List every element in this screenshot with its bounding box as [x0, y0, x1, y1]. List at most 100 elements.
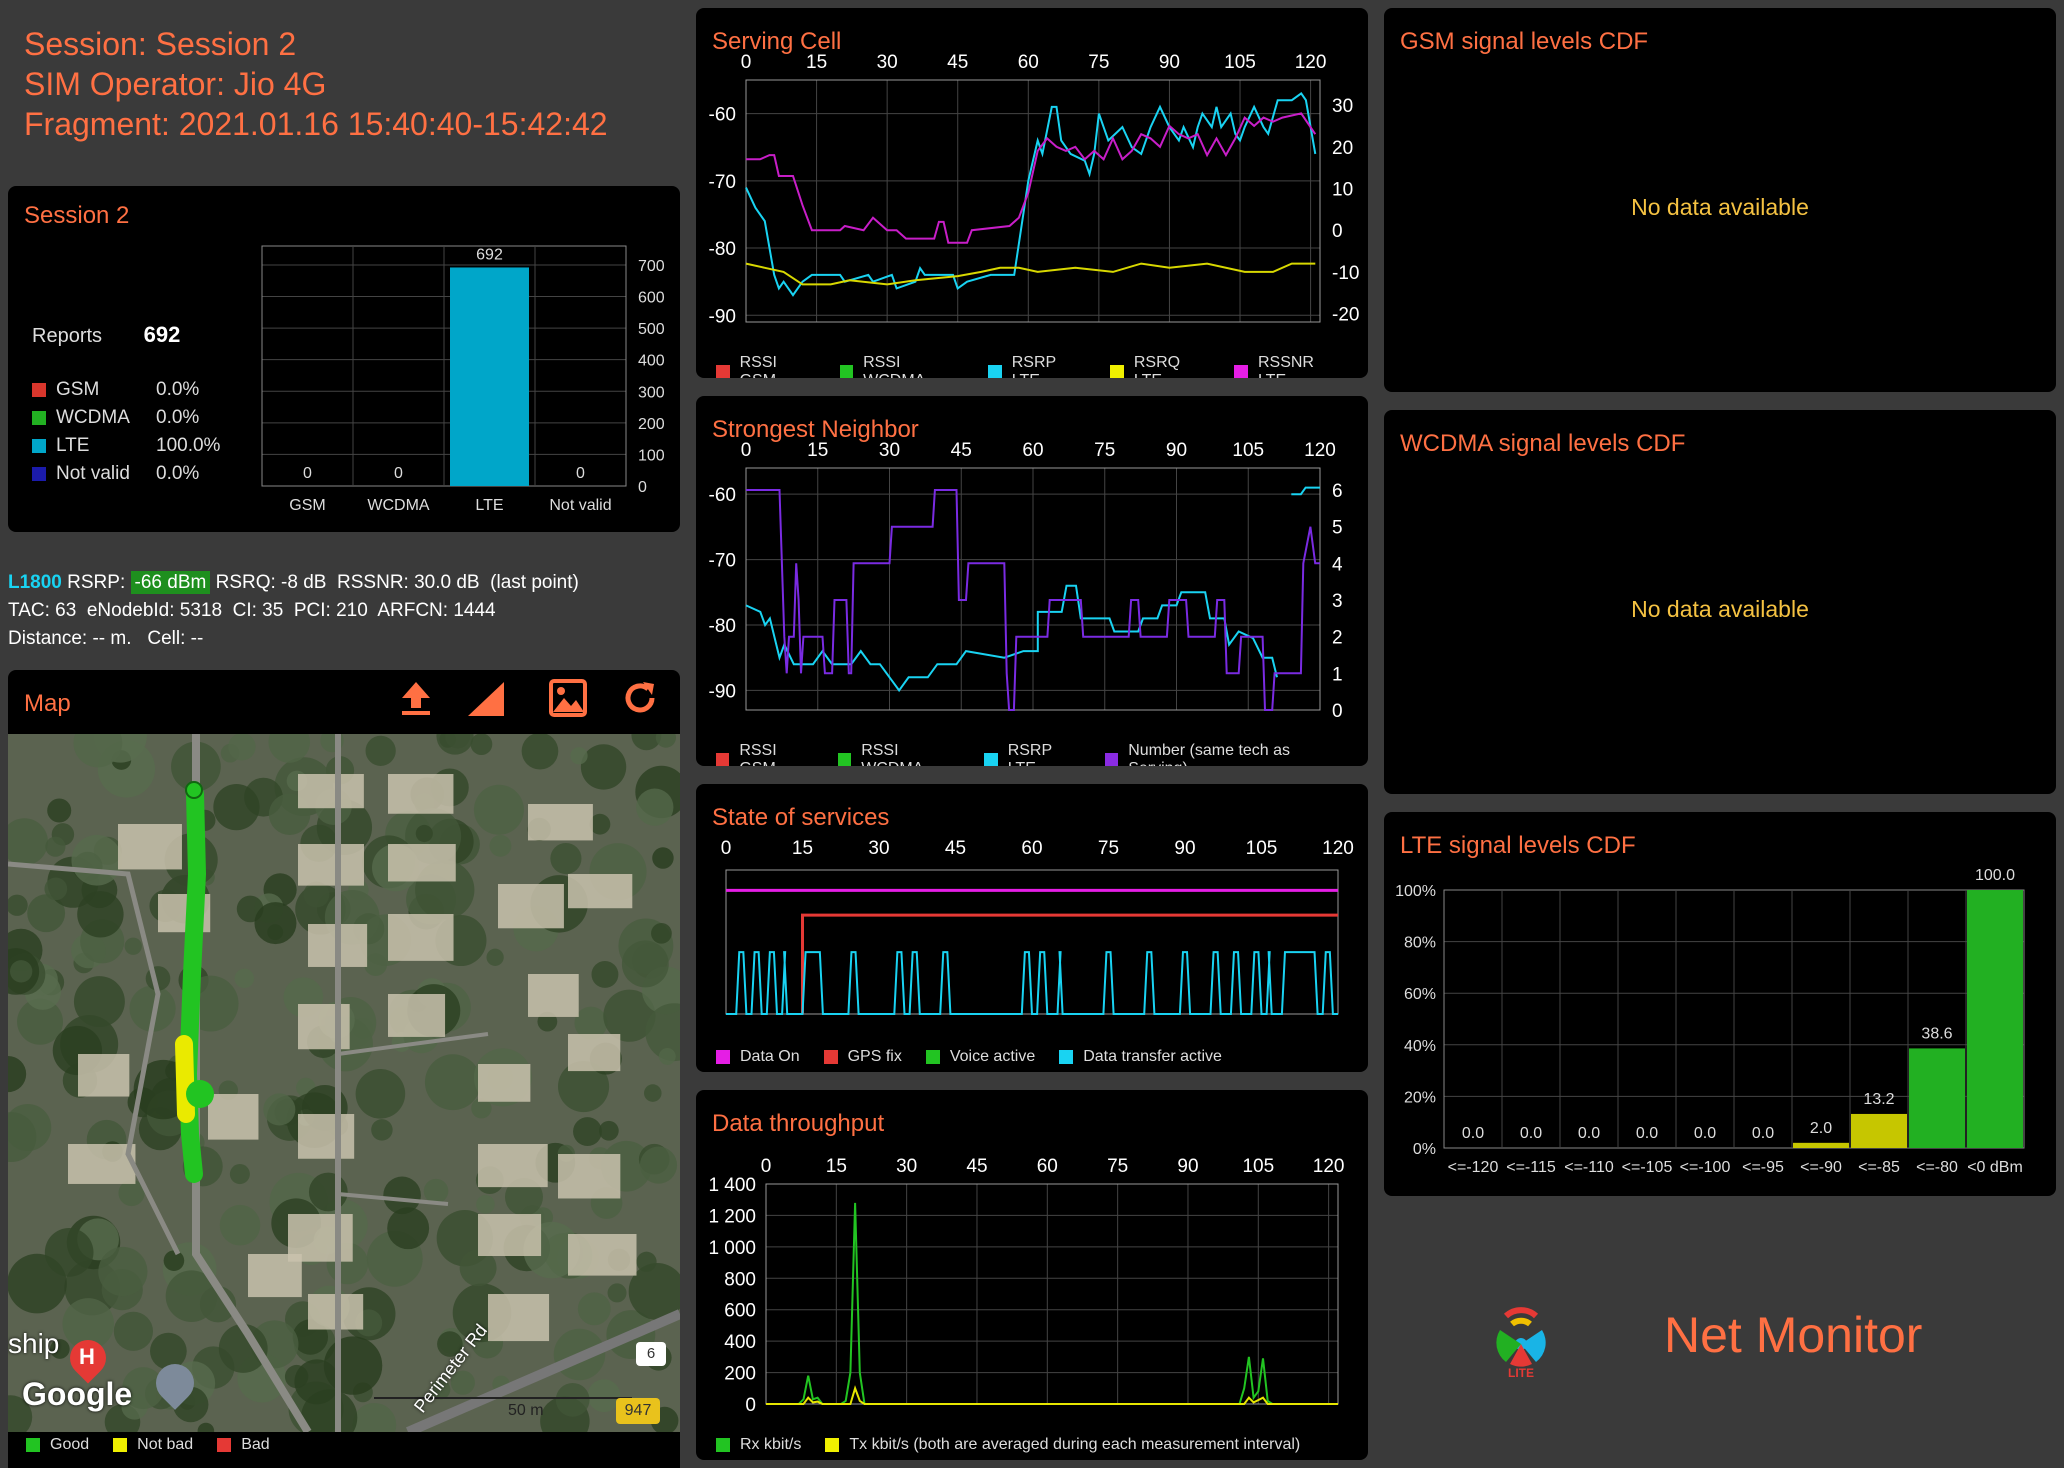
map-tree [77, 891, 124, 938]
map-tree [550, 842, 582, 875]
map-tree [44, 877, 68, 901]
map-tree [644, 1084, 662, 1102]
y-tick-label-left: -70 [709, 551, 736, 572]
cdf-category-label: <0 dBm [1967, 1159, 2023, 1176]
map-building [528, 804, 593, 841]
strongest-neighbor-legend-item: RSRP LTE [984, 742, 1080, 766]
map-tree [229, 1164, 250, 1185]
rsrp-label: RSRP: [67, 572, 126, 593]
state-of-services-legend-swatch [716, 1050, 730, 1064]
cdf-value-label: 100.0 [1975, 867, 2015, 884]
map-legend-item: Good [26, 1436, 89, 1454]
serving-cell-legend-swatch [1110, 365, 1124, 378]
cdf-value-label: 0.0 [1520, 1125, 1542, 1142]
y-tick-label: 1 200 [708, 1206, 756, 1227]
serving-cell-legend-label: RSSI GSM [739, 354, 777, 378]
x-tick-label: 0 [761, 1156, 772, 1177]
serving-cell-legend-label: RSRP LTE [1011, 354, 1056, 378]
y-tick-label: 100% [1395, 883, 1436, 900]
map-tree [234, 968, 255, 989]
map-view[interactable]: ship Google H Perimeter Rd 50 m 6 947 [8, 734, 680, 1432]
map-tree [294, 1359, 340, 1405]
map-building [568, 874, 633, 909]
cdf-bar [1851, 1113, 1907, 1148]
x-tick-label: 15 [792, 838, 813, 859]
bar-value-label: 0 [576, 465, 585, 482]
cdf-category-label: <=-115 [1506, 1159, 1556, 1176]
map-tree [163, 1250, 185, 1271]
serving-cell-legend: RSSI GSM RSSI WCDMA RSRP LTE RSRQ LTE RSSNR … [716, 354, 1368, 378]
y-tick-label: 400 [638, 353, 665, 370]
y-tick-label-right: 30 [1332, 96, 1353, 117]
series-rx-kbit-s [766, 1202, 1338, 1405]
state-of-services-legend-swatch [1059, 1050, 1074, 1064]
map-building [248, 1254, 302, 1298]
cdf-category-label: <=-105 [1622, 1159, 1673, 1176]
strongest-neighbor-legend-label: RSRP LTE [1007, 742, 1052, 766]
map-tree [621, 940, 669, 988]
x-tick-label: 105 [1242, 1156, 1274, 1177]
map-legend-item: Not bad [113, 1436, 193, 1454]
x-tick-label: 30 [868, 838, 889, 859]
y-tick-label: 80% [1404, 935, 1436, 952]
map-tree [652, 847, 674, 869]
series-rsrp-lte [745, 91, 1317, 297]
cell-info-line1: L1800 RSRP: -66 dBm RSRQ: -8 dB RSSNR: 3… [8, 571, 579, 594]
cdf-value-label: 0.0 [1578, 1125, 1600, 1142]
serving-cell-panel: Serving Cell 0 15 30 45 60 75 90 105 120 -60 -70 -8… [696, 8, 1368, 378]
cdf-category-label: <=-80 [1916, 1159, 1958, 1176]
y-tick-label-right: -20 [1332, 305, 1359, 326]
google-logo: Google [22, 1376, 133, 1412]
y-tick-label: 200 [724, 1364, 756, 1385]
y-tick-label: 600 [638, 290, 665, 307]
data-throughput-legend-swatch [825, 1438, 840, 1452]
map-tree [387, 1207, 430, 1250]
y-tick-label: 800 [724, 1269, 756, 1290]
x-tick-label: 75 [1094, 440, 1115, 461]
map-tree [521, 734, 559, 770]
map-tree [113, 1311, 154, 1351]
serving-cell-legend-item: RSRQ LTE [1110, 354, 1210, 378]
upload-icon[interactable] [396, 678, 436, 718]
signal-icon[interactable] [466, 678, 506, 718]
serving-cell-legend-label: RSRQ LTE [1133, 354, 1181, 378]
x-tick-label: 15 [807, 440, 828, 461]
map-tree [371, 1119, 393, 1141]
route-badge-947: 947 [616, 1398, 660, 1424]
hospital-marker-label: H [79, 1344, 95, 1369]
category-label: Not valid [549, 497, 611, 514]
y-tick-label: 100 [638, 447, 665, 464]
serving-cell-chart: 0 15 30 45 60 75 90 105 120 -60 -70 -80 -90 30 20 10 0 -1… [709, 52, 1360, 327]
session-header: Session: Session 2 SIM Operator: Jio 4G … [24, 24, 608, 144]
map-legend-item: Bad [217, 1436, 270, 1454]
strongest-neighbor-legend-swatch [837, 753, 852, 766]
image-icon[interactable] [548, 678, 588, 718]
map-building [388, 914, 454, 961]
x-tick-label: 75 [1098, 838, 1119, 859]
map-building [68, 1144, 136, 1184]
map-building [558, 1154, 621, 1199]
x-tick-label: 45 [951, 440, 972, 461]
data-throughput-chart: 0 15 30 45 60 75 90 105 120 0 200 400 600 800 1 000 1 2… [708, 1156, 1345, 1416]
cdf-value-label: 0.0 [1462, 1125, 1484, 1142]
route-point [186, 1080, 214, 1108]
y-tick-label: 0 [745, 1395, 756, 1416]
map-tree [9, 960, 33, 983]
y-tick-label-right: 5 [1332, 518, 1343, 539]
map-building [528, 974, 579, 1017]
wcdma-no-data: No data available [1631, 596, 1809, 622]
cdf-value-label: 38.6 [1921, 1025, 1952, 1042]
lte-cdf-chart: 0% 20% 40% 60% 80% 100% 0.0 <=-120 0.0 <=-115 0.0 <… [1395, 867, 2025, 1176]
category-label: WCDMA [367, 497, 430, 514]
refresh-icon[interactable] [620, 678, 660, 718]
x-tick-label: 120 [1313, 1156, 1345, 1177]
x-tick-label: 120 [1295, 52, 1327, 73]
map-legend-swatch [217, 1438, 232, 1452]
x-tick-label: 45 [966, 1156, 987, 1177]
x-tick-label: 120 [1304, 440, 1336, 461]
x-tick-label: 0 [741, 440, 752, 461]
x-tick-label: 105 [1232, 440, 1264, 461]
cdf-category-label: <=-110 [1564, 1159, 1614, 1176]
x-tick-label: 60 [1021, 838, 1042, 859]
map-title: Map [24, 690, 71, 717]
